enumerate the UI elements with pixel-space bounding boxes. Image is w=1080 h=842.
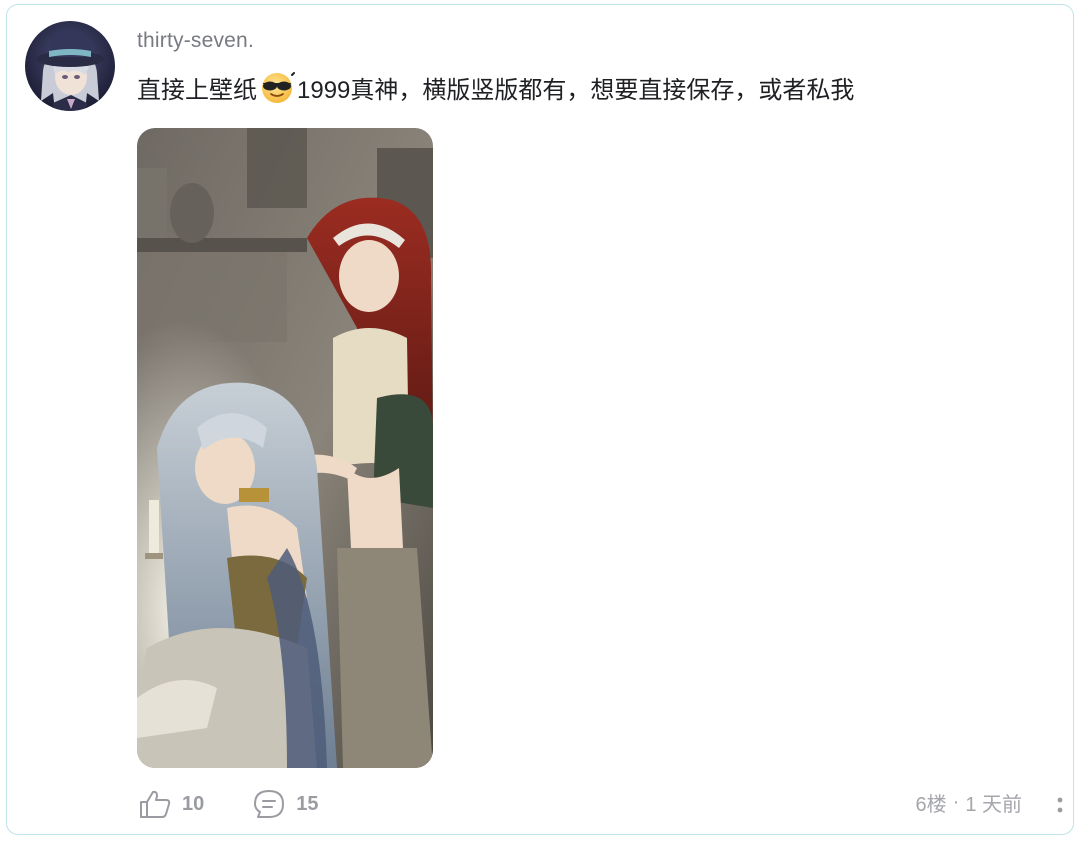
comment-card: thirty-seven. 直接上壁纸 1999真神，横版竖版都有，想要直接保存… [6,4,1074,835]
wallpaper-illustration [137,128,433,768]
comment-bubble-icon [252,788,286,820]
like-button[interactable]: 10 [138,789,204,819]
avatar-image [25,21,115,111]
floor-label: 6楼 [915,794,947,816]
post-image[interactable] [137,128,433,768]
more-options-button[interactable] [1054,790,1066,820]
comment-meta: 6楼 · 1 天前 [916,788,1022,817]
meta-separator: · [952,791,960,813]
avatar[interactable] [25,21,115,111]
like-count: 10 [182,792,205,815]
post-text: 直接上壁纸 1999真神，横版竖版都有，想要直接保存，或者私我 [137,69,854,105]
comment-count: 15 [296,792,319,815]
comment-button[interactable]: 15 [252,788,319,820]
post-time: 1 天前 [965,794,1022,816]
comment-actions: 10 15 [138,786,319,822]
vertical-dots-icon [1054,797,1066,824]
sunglasses-face-icon [259,69,295,105]
thumbs-up-icon [138,789,172,819]
post-text-part-2: 1999真神，横版竖版都有，想要直接保存，或者私我 [297,76,855,104]
post-text-part-1: 直接上壁纸 [137,76,257,104]
username[interactable]: thirty-seven. [137,29,254,53]
